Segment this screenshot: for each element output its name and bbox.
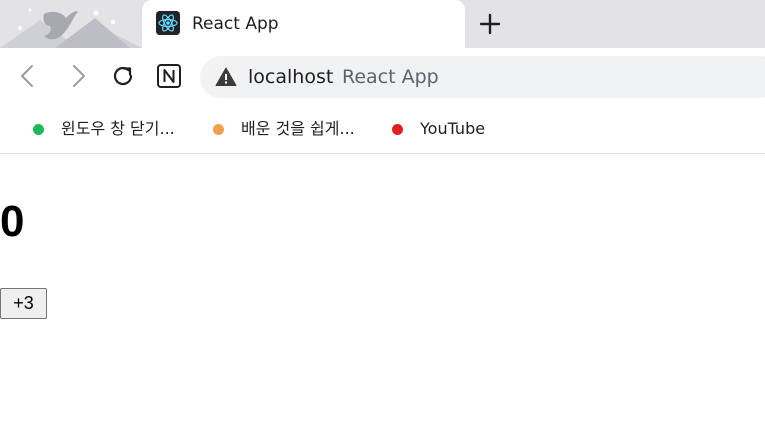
tab-strip: React App [0, 0, 765, 48]
react-logo-icon [156, 11, 180, 35]
increment-button[interactable]: +3 [0, 288, 47, 319]
forward-arrow-icon[interactable] [64, 62, 92, 90]
bookmarks-bar: 윈도우 창 닫기... 배운 것을 쉽게... YouTube [0, 104, 765, 154]
address-bar[interactable]: localhost React App [200, 56, 765, 98]
back-arrow-icon[interactable] [14, 62, 42, 90]
bookmark-label: 배운 것을 쉽게... [241, 119, 355, 138]
bookmark-favicon-dot [392, 124, 403, 135]
theme-illustration [0, 8, 142, 48]
browser-toolbar: localhost React App [0, 48, 765, 104]
active-tab[interactable]: React App [142, 0, 465, 48]
page-content: 0 +3 [0, 155, 765, 444]
url-host: localhost [248, 66, 334, 88]
url-page-title: React App [342, 66, 439, 88]
counter-value: 0 [0, 197, 25, 246]
tab-title: React App [192, 14, 279, 34]
bookmark-favicon-dot [213, 124, 224, 135]
bookmark-label: 윈도우 창 닫기... [61, 119, 175, 138]
reload-icon[interactable] [109, 62, 137, 90]
warning-triangle-icon[interactable] [215, 66, 237, 88]
bookmark-favicon-dot [33, 124, 44, 135]
notion-extension-icon[interactable] [155, 62, 183, 90]
plus-icon[interactable] [478, 12, 502, 36]
bookmark-label: YouTube [420, 119, 486, 138]
